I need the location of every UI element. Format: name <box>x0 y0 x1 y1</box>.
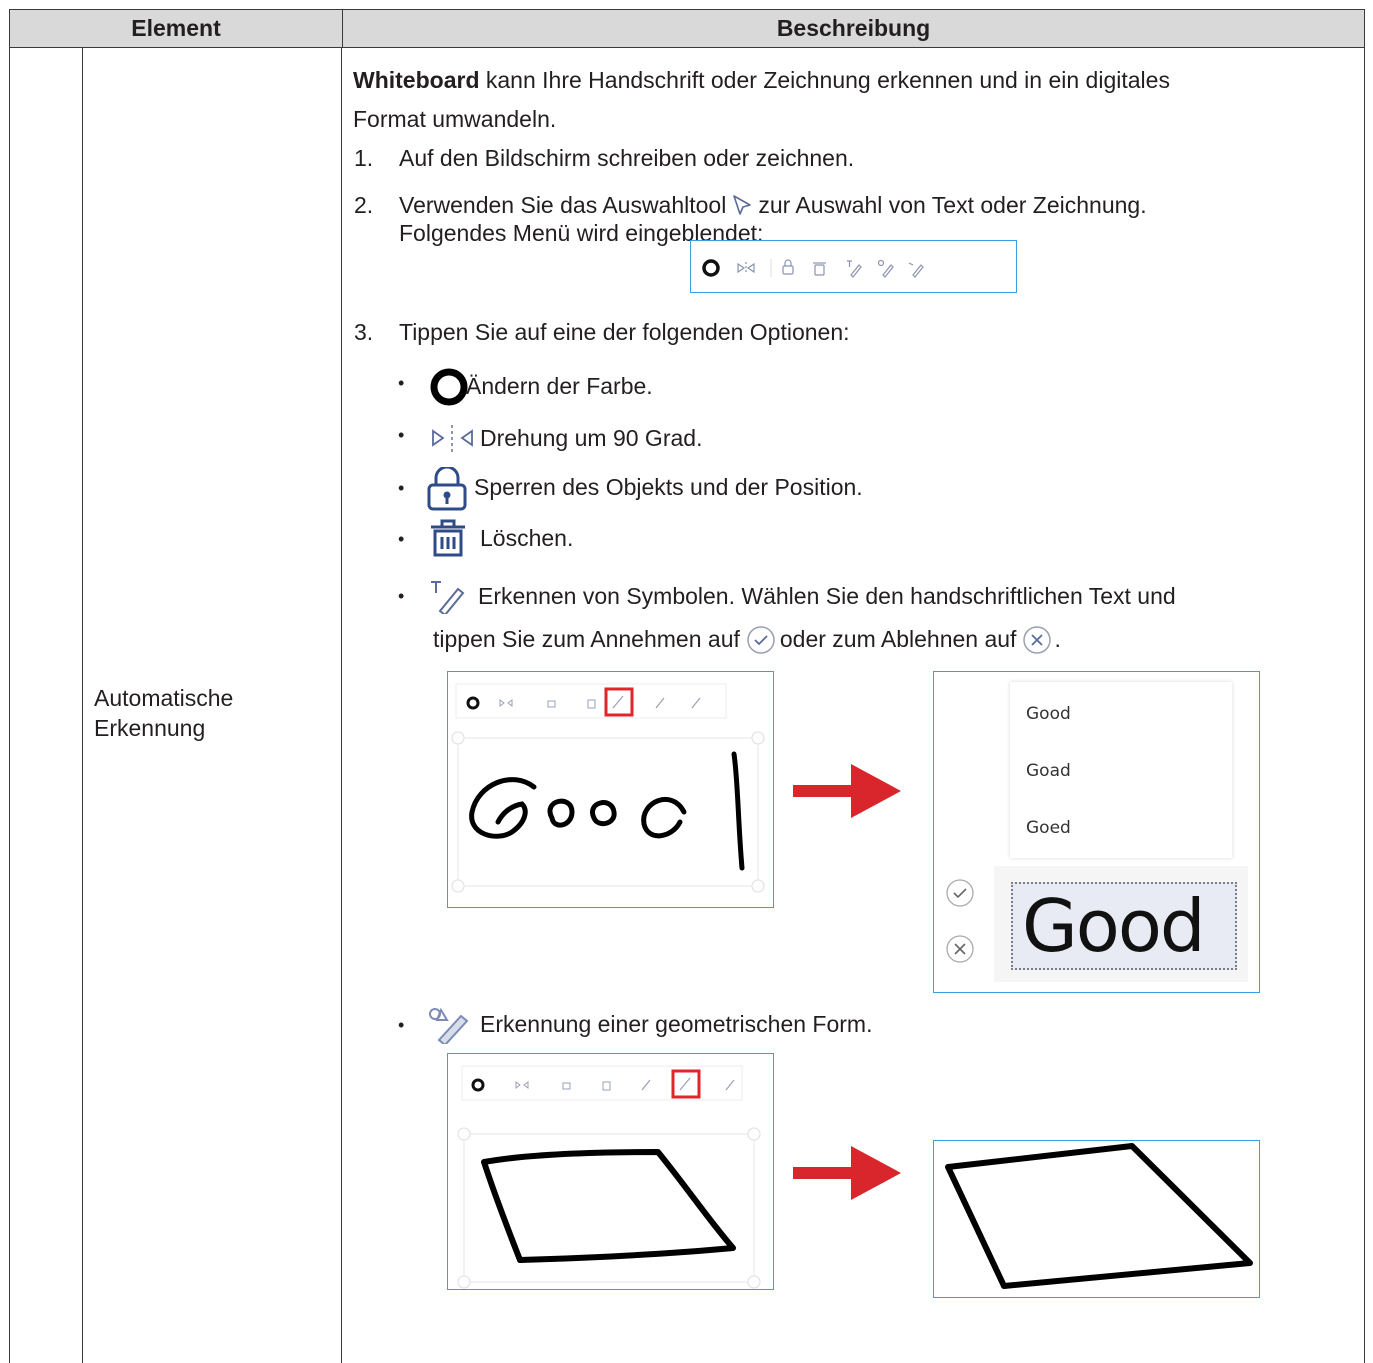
flip-icon <box>432 425 473 452</box>
recognized-shape <box>945 1143 1253 1289</box>
circle-color-icon <box>702 259 720 277</box>
text-recognize-icon <box>847 260 862 278</box>
circle-color-icon <box>430 368 468 406</box>
pen-icon <box>908 262 924 278</box>
handwriting-before-image <box>447 671 774 908</box>
intro-bold: Whiteboard <box>353 67 480 93</box>
trash-icon <box>813 262 826 276</box>
intro-rest: kann Ihre Handschrift oder Zeichnung erk… <box>479 67 1170 93</box>
option-lock-text: Sperren des Objekts und der Position. <box>474 474 863 500</box>
bullet: • <box>398 425 405 445</box>
close-circle-icon <box>946 935 974 963</box>
intro-line1: Whiteboard kann Ihre Handschrift oder Ze… <box>353 66 1170 94</box>
menu-toolbar-image <box>690 240 1017 293</box>
step-3-number: 3. <box>354 319 374 345</box>
option-color-text: Ändern der Farbe. <box>466 373 653 399</box>
toolbar-icons <box>702 259 924 278</box>
option-rotate-text: Drehung um 90 Grad. <box>480 425 703 451</box>
candidate-item[interactable]: Goad <box>1026 761 1071 781</box>
check-circle-icon <box>747 626 775 654</box>
step-2-text-before: Verwenden Sie das Auswahltool <box>399 192 727 218</box>
recognition-result-image: Good Goad Goed Good <box>933 671 1260 993</box>
reject-text: oder zum Ablehnen auf <box>779 626 1017 652</box>
shape-recognize-icon <box>877 259 894 278</box>
check-circle-icon <box>946 879 974 907</box>
text-recognize-icon <box>431 581 465 614</box>
lock-icon <box>782 259 794 275</box>
shape-before-image <box>447 1053 774 1290</box>
trash-icon <box>431 519 465 557</box>
table-border-left <box>9 48 10 1363</box>
step-2-text-after: zur Auswahl von Text oder Zeichnung. <box>758 192 1147 218</box>
handwriting-canvas <box>451 683 765 893</box>
arrow-right-icon <box>793 1146 901 1200</box>
bullet: • <box>398 529 405 549</box>
recognized-text: Good <box>1022 884 1206 968</box>
cursor-select-icon <box>733 195 752 215</box>
step-1-text: Auf den Bildschirm schreiben oder zeichn… <box>399 145 855 171</box>
lock-icon <box>427 467 467 511</box>
element-label-line2: Erkennung <box>94 715 206 741</box>
bullet: • <box>398 373 405 393</box>
candidate-item[interactable]: Goed <box>1026 818 1071 838</box>
close-circle-icon <box>1023 626 1052 654</box>
shape-after-image <box>933 1140 1260 1298</box>
step-1-number: 1. <box>354 145 374 171</box>
bullet: • <box>398 478 405 498</box>
table-border-right <box>1364 48 1365 1363</box>
accept-text: tippen Sie zum Annehmen auf <box>433 626 740 652</box>
line-end: . <box>1054 626 1061 652</box>
accept-reject-controls <box>946 879 974 963</box>
shape-canvas <box>457 1065 761 1289</box>
option-delete-text: Löschen. <box>480 525 574 551</box>
option-text-recognize-line2: tippen Sie zum Annehmen auf oder zum Able… <box>433 625 1061 655</box>
step-2-line1: Verwenden Sie das Auswahltool zur Auswahl… <box>399 191 1147 219</box>
element-label-line1: Automatische <box>94 685 234 711</box>
intro-line2: Format umwandeln. <box>353 106 557 132</box>
header-element: Element <box>131 15 221 41</box>
table-border-inner <box>82 48 83 1363</box>
bullet: • <box>398 586 405 606</box>
option-shape-text: Erkennung einer geometrischen Form. <box>480 1011 873 1037</box>
arrow-right-icon <box>793 764 901 818</box>
step-2-number: 2. <box>354 192 374 218</box>
option-text-recognize-line1: Erkennen von Symbolen. Wählen Sie den ha… <box>478 583 1176 609</box>
table-border-mid <box>341 48 342 1363</box>
header-description: Beschreibung <box>776 15 931 41</box>
flip-icon <box>737 262 755 274</box>
candidate-item[interactable]: Good <box>1026 704 1071 724</box>
table-header: Element Beschreibung <box>9 9 1365 48</box>
step-3-text: Tippen Sie auf eine der folgenden Option… <box>399 319 850 345</box>
shape-recognize-icon <box>429 1007 469 1044</box>
bullet: • <box>398 1015 405 1035</box>
